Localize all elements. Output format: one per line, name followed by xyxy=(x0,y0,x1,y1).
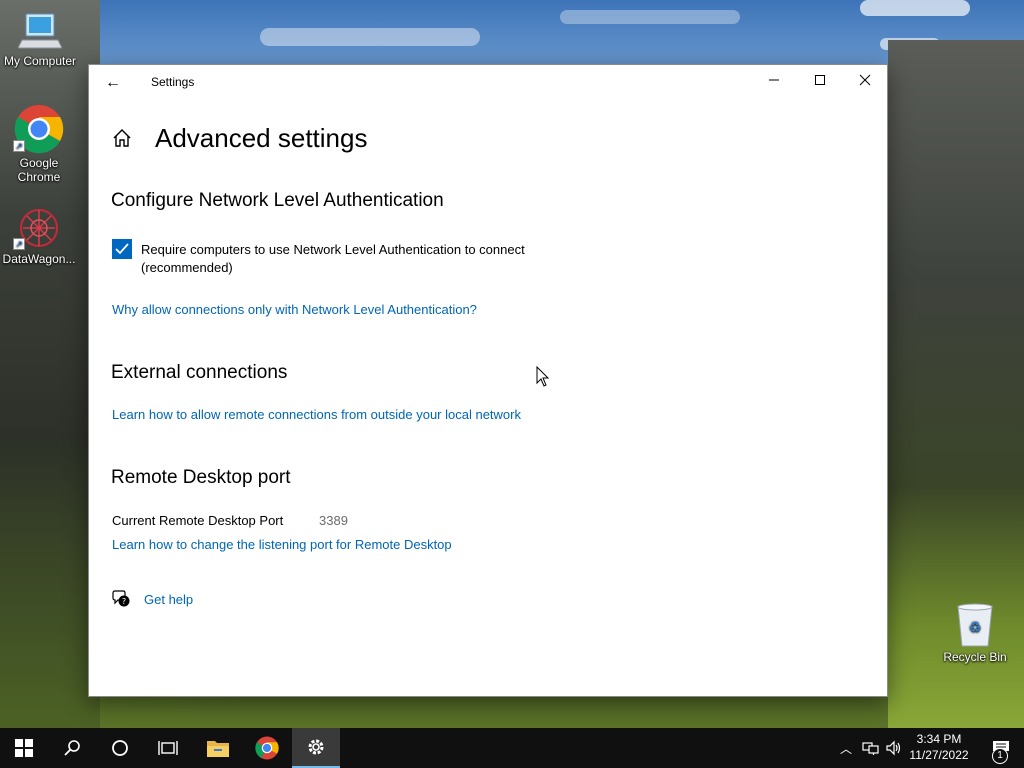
nla-checkbox[interactable] xyxy=(112,239,132,259)
external-connections-link[interactable]: Learn how to allow remote connections fr… xyxy=(112,407,521,422)
desktop-icon-google-chrome[interactable]: ↗ Google Chrome xyxy=(0,104,79,184)
file-explorer-button[interactable] xyxy=(194,728,242,768)
network-icon xyxy=(862,742,879,755)
port-change-link[interactable]: Learn how to change the listening port f… xyxy=(112,537,452,552)
get-help-link[interactable]: Get help xyxy=(144,592,193,607)
maximize-button[interactable] xyxy=(797,65,843,97)
taskbar: ︿ 3:34 PM 11/27/2022 xyxy=(0,728,1024,768)
close-icon xyxy=(859,74,871,86)
chrome-icon xyxy=(255,736,279,760)
back-arrow-icon: ← xyxy=(105,74,121,91)
minimize-button[interactable] xyxy=(751,65,797,97)
minimize-icon xyxy=(769,79,779,81)
cortana-button[interactable] xyxy=(96,728,144,768)
computer-icon xyxy=(17,10,63,52)
port-value: 3389 xyxy=(319,513,348,528)
cloud xyxy=(560,10,740,24)
notification-count-badge: 1 xyxy=(992,748,1008,764)
clock-time: 3:34 PM xyxy=(916,732,962,746)
cortana-icon xyxy=(112,740,128,756)
desktop-icon-recycle-bin[interactable]: ♻ Recycle Bin xyxy=(935,602,1015,664)
settings-taskbar-button[interactable] xyxy=(292,728,340,768)
back-button[interactable]: ← xyxy=(97,69,129,97)
section-title-port: Remote Desktop port xyxy=(111,467,291,488)
desktop-icon-label: DataWagon... xyxy=(2,252,76,266)
chrome-taskbar-button[interactable] xyxy=(243,728,291,768)
chevron-up-icon: ︿ xyxy=(839,741,852,756)
clock-date: 11/27/2022 xyxy=(909,748,969,762)
page-title: Advanced settings xyxy=(155,123,368,153)
svg-text:?: ? xyxy=(122,597,126,606)
cloud xyxy=(260,28,480,46)
close-button[interactable] xyxy=(842,65,888,97)
section-title-nla: Configure Network Level Authentication xyxy=(111,190,444,211)
desktop-icon-datawagon[interactable]: ↗ DataWagon... xyxy=(0,206,79,266)
volume-icon xyxy=(886,740,901,756)
shortcut-arrow-icon: ↗ xyxy=(13,140,25,152)
recycle-bin-icon: ♻ xyxy=(954,602,996,648)
shortcut-arrow-icon: ↗ xyxy=(13,238,25,250)
task-view-icon xyxy=(158,741,178,755)
section-title-external: External connections xyxy=(111,362,288,383)
desktop-icon-my-computer[interactable]: My Computer xyxy=(0,10,80,68)
home-icon[interactable] xyxy=(111,127,133,149)
cloud xyxy=(860,0,970,16)
network-tray-button[interactable] xyxy=(860,728,882,768)
settings-window: ← Settings Advanced settings Configure N… xyxy=(88,64,888,697)
window-title: Settings xyxy=(151,75,195,89)
start-button[interactable] xyxy=(0,728,48,768)
volume-tray-button[interactable] xyxy=(883,728,905,768)
clock[interactable]: 3:34 PM 11/27/2022 xyxy=(904,731,974,763)
desktop-icon-label: Google Chrome xyxy=(17,156,61,184)
nla-checkbox-label[interactable]: Require computers to use Network Level A… xyxy=(141,241,581,277)
windows-start-icon xyxy=(15,739,33,757)
maximize-icon xyxy=(815,75,825,85)
task-view-button[interactable] xyxy=(144,728,192,768)
search-button[interactable] xyxy=(48,728,96,768)
desktop-icon-label: Recycle Bin xyxy=(943,650,1007,664)
settings-icon xyxy=(308,739,324,755)
get-help-icon[interactable]: ? xyxy=(111,589,131,609)
file-explorer-icon xyxy=(207,741,229,757)
desktop-icon-label: My Computer xyxy=(3,54,77,68)
checkmark-icon xyxy=(115,243,129,255)
title-bar[interactable]: ← Settings xyxy=(89,65,887,99)
nla-info-link[interactable]: Why allow connections only with Network … xyxy=(112,302,477,317)
port-label: Current Remote Desktop Port xyxy=(112,513,284,528)
search-icon xyxy=(64,740,80,756)
show-hidden-icons-button[interactable]: ︿ xyxy=(836,728,856,768)
mouse-cursor-icon xyxy=(536,366,550,387)
svg-text:♻: ♻ xyxy=(969,620,982,636)
